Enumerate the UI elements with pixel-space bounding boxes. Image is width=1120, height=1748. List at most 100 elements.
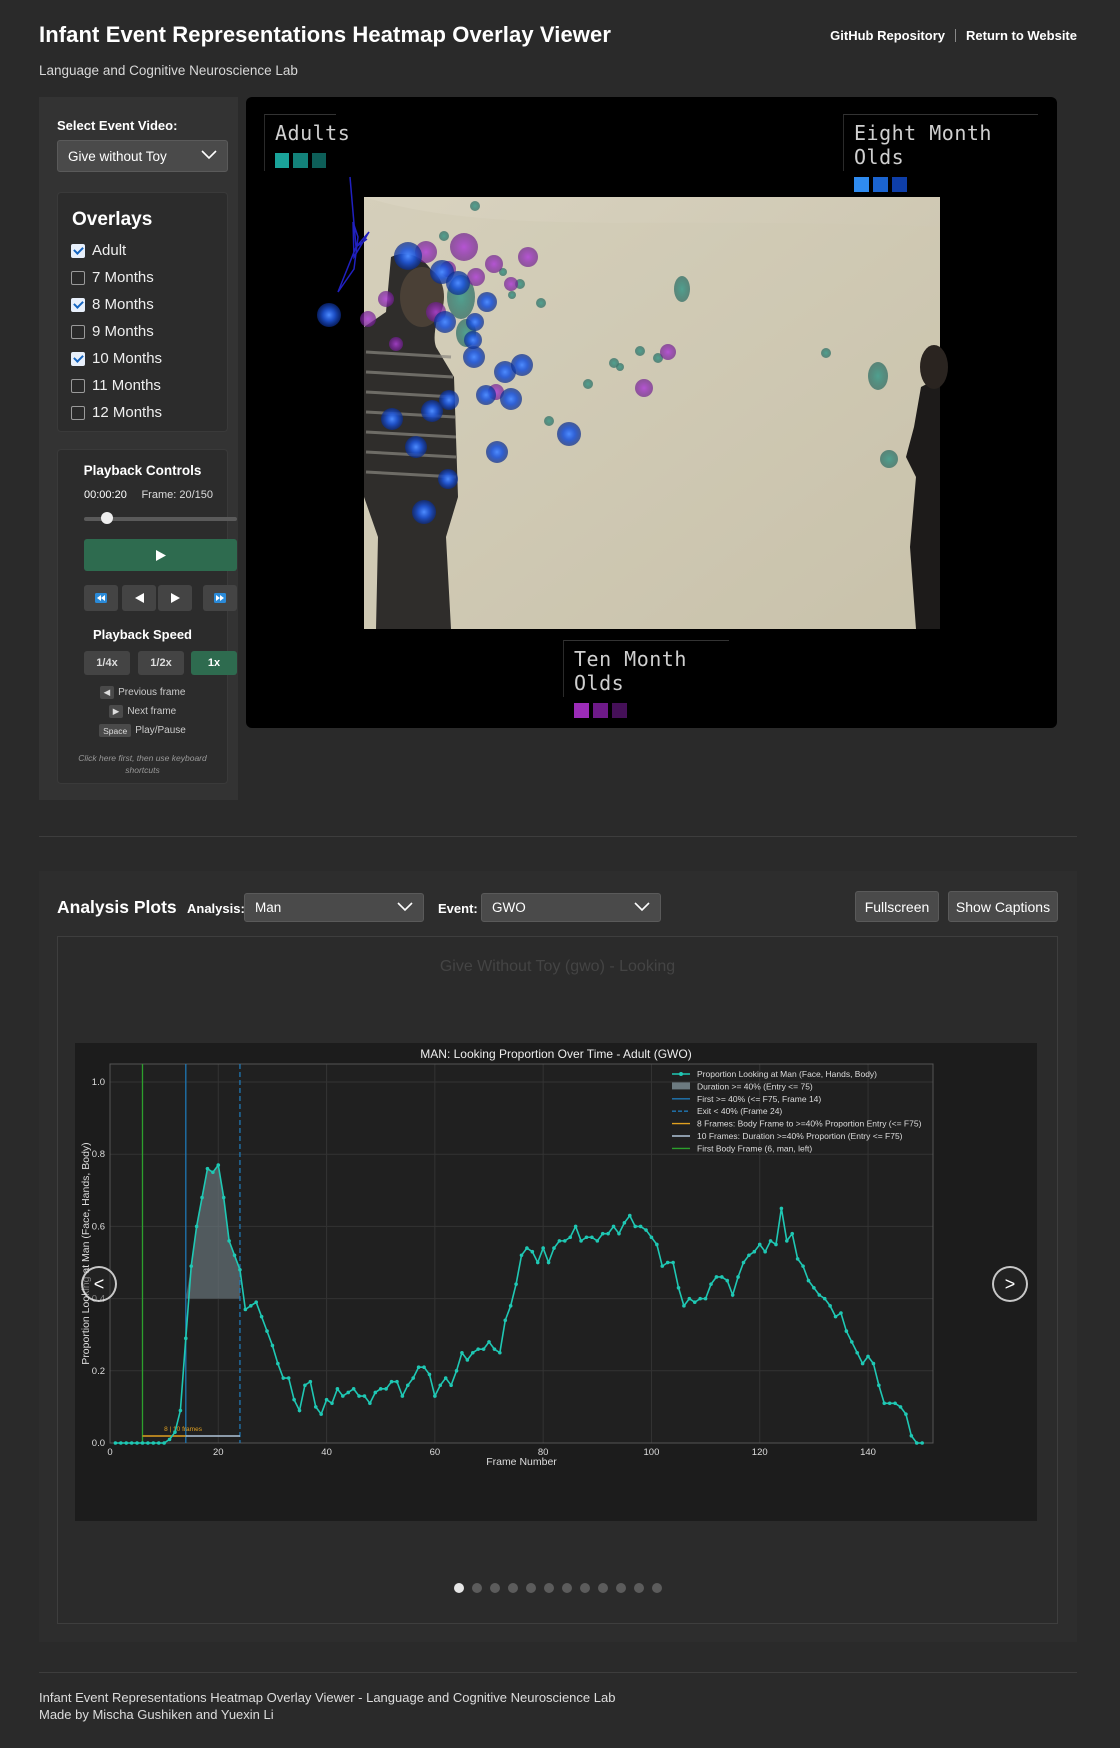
carousel-dot[interactable] (489, 1583, 500, 1593)
overlay-item[interactable]: 7 Months (71, 269, 154, 286)
data-point (844, 1329, 849, 1333)
fullscreen-button[interactable]: Fullscreen (855, 891, 939, 922)
playback-title: Playback Controls (83, 463, 202, 478)
carousel-dots (58, 1583, 1057, 1593)
y-tick-label: 0.2 (92, 1366, 105, 1377)
overlay-item[interactable]: 9 Months (71, 323, 154, 340)
carousel-dot[interactable] (525, 1583, 536, 1593)
footer-line-1: Infant Event Representations Heatmap Ove… (39, 1690, 616, 1705)
slider-thumb[interactable] (101, 512, 113, 524)
carousel-dot[interactable] (561, 1583, 572, 1593)
footer-line-2: Made by Mischa Gushiken and Yuexin Li (39, 1707, 274, 1722)
step-forward-icon (170, 593, 180, 603)
chart-title: MAN: Looking Proportion Over Time - Adul… (420, 1047, 691, 1061)
overlay-checkbox[interactable] (71, 270, 85, 285)
play-button[interactable] (84, 539, 237, 571)
carousel-dot[interactable] (597, 1583, 608, 1593)
next-plot-button[interactable]: > (992, 1266, 1028, 1302)
video-viewer[interactable]: Adults Eight Month Olds Ten Month Olds (246, 97, 1057, 728)
data-point (514, 1282, 518, 1286)
shortcut-next: ▶ Next frame (58, 705, 227, 718)
x-axis-label: Frame Number (486, 1456, 557, 1468)
overlay-checkbox[interactable] (71, 351, 85, 366)
data-point (162, 1441, 166, 1445)
data-point (119, 1441, 123, 1445)
speed-half-button[interactable]: 1/2x (138, 651, 184, 675)
speed-quarter-button[interactable]: 1/4x (84, 651, 130, 675)
return-website-link[interactable]: Return to Website (966, 28, 1077, 43)
legend-label: 8 Frames: Body Frame to >=40% Proportion… (697, 1119, 922, 1129)
y-tick-label: 0.6 (92, 1221, 105, 1232)
data-point (898, 1405, 903, 1409)
overlay-checkbox[interactable] (71, 324, 85, 339)
legend-label: Exit < 40% (Frame 24) (697, 1106, 782, 1116)
skip-forward-button[interactable] (203, 585, 237, 611)
github-link[interactable]: GitHub Repository (830, 28, 945, 43)
data-point (893, 1401, 897, 1406)
data-point (248, 1304, 253, 1308)
header: Infant Event Representations Heatmap Ove… (39, 22, 611, 78)
overlay-item[interactable]: 10 Months (71, 350, 162, 367)
data-point (541, 1246, 545, 1250)
data-point (839, 1311, 843, 1315)
data-point (259, 1314, 264, 1319)
data-point (449, 1383, 453, 1388)
skip-back-button[interactable] (84, 585, 118, 611)
x-tick-label: 120 (752, 1447, 768, 1458)
overlay-item[interactable]: 11 Months (71, 377, 161, 394)
chevron-down-icon (634, 901, 650, 911)
data-point (313, 1405, 318, 1409)
speed-title: Playback Speed (93, 627, 192, 642)
video-select-value: Give without Toy (68, 148, 167, 164)
data-point (341, 1394, 345, 1398)
chevron-down-icon (397, 901, 413, 911)
carousel-dot[interactable] (615, 1583, 626, 1593)
data-point (146, 1441, 150, 1445)
prev-frame-button[interactable] (122, 585, 156, 611)
analysis-select[interactable]: Man (244, 893, 424, 922)
event-select[interactable]: GWO (481, 893, 661, 922)
carousel-dot[interactable] (543, 1583, 554, 1593)
legend-swatch (275, 153, 290, 168)
overlay-item[interactable]: 8 Months (71, 296, 154, 313)
carousel-dot[interactable] (453, 1583, 464, 1593)
data-point (563, 1239, 567, 1243)
overlay-checkbox[interactable] (71, 243, 85, 258)
data-point (378, 1387, 383, 1391)
carousel-dot[interactable] (579, 1583, 590, 1593)
legend-label: First >= 40% (<= F75, Frame 14) (697, 1094, 821, 1104)
data-point (698, 1296, 702, 1301)
shortcut-prev: ◀ Previous frame (58, 686, 227, 699)
data-point (351, 1387, 356, 1391)
data-point (633, 1224, 638, 1229)
video-select[interactable]: Give without Toy (57, 140, 228, 172)
overlay-checkbox[interactable] (71, 378, 85, 393)
overlay-checkbox[interactable] (71, 405, 85, 420)
overlay-item[interactable]: 12 Months (71, 404, 162, 421)
overlay-item[interactable]: Adult (71, 242, 126, 259)
data-point (238, 1267, 242, 1272)
overlay-label: 7 Months (92, 269, 154, 286)
data-point (622, 1221, 627, 1225)
carousel-dot[interactable] (471, 1583, 482, 1593)
legend-marker (679, 1072, 683, 1076)
data-point (860, 1361, 865, 1366)
left-arrow-key-icon: ◀ (99, 686, 115, 699)
shortcut-note[interactable]: Click here first, then use keyboard shor… (68, 752, 217, 776)
overlay-checkbox[interactable] (71, 297, 85, 312)
data-point (411, 1376, 416, 1380)
carousel-dot[interactable] (633, 1583, 644, 1593)
select-video-label: Select Event Video: (57, 118, 178, 133)
carousel-dot[interactable] (507, 1583, 518, 1593)
speed-normal-button[interactable]: 1x (191, 651, 237, 675)
analysis-select-value: Man (255, 900, 282, 915)
legend-adults: Adults (264, 114, 350, 171)
next-frame-button[interactable] (158, 585, 192, 611)
data-point (368, 1401, 372, 1406)
fast-forward-icon (214, 593, 226, 603)
show-captions-button[interactable]: Show Captions (948, 891, 1058, 922)
carousel-dot[interactable] (651, 1583, 662, 1593)
prev-plot-button[interactable]: < (81, 1266, 117, 1302)
legend-eight-months-label: Eight Month Olds (854, 121, 992, 169)
data-point (508, 1304, 513, 1308)
